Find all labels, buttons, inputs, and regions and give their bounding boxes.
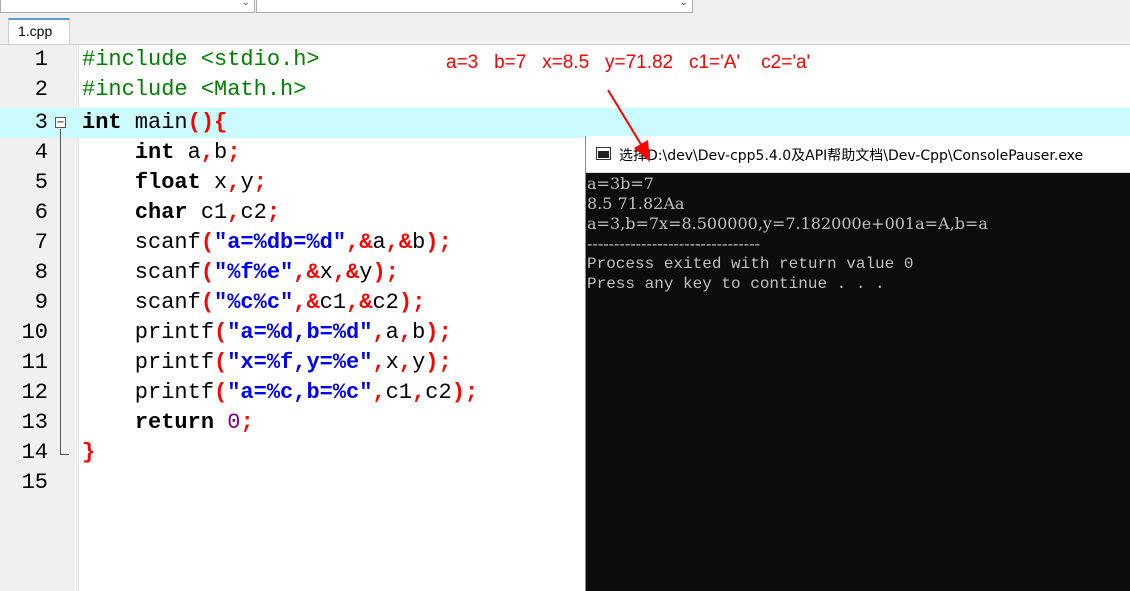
line-number: 12 [21, 380, 48, 405]
tab-1-cpp[interactable]: 1.cpp [8, 18, 70, 44]
line-number: 14 [21, 440, 48, 465]
fold-collapse-icon[interactable]: − [55, 117, 66, 128]
code-text: scanf("%c%c",&c1,&c2); [82, 290, 426, 315]
console-titlebar[interactable]: 选择D:\dev\Dev-cpp5.4.0及API帮助文档\Dev-Cpp\Co… [586, 136, 1130, 173]
console-line: Process exited with return value 0 [587, 255, 914, 273]
console-line: a=3,b=7x=8.500000,y=7.182000e+001a=A,b=a [587, 214, 988, 233]
member-combo[interactable]: ⌄ [256, 0, 693, 13]
code-text: printf("x=%f,y=%e",x,y); [82, 350, 452, 375]
code-text: printf("a=%d,b=%d",a,b); [82, 320, 452, 345]
code-text: scanf("a=%db=%d",&a,&b); [82, 230, 452, 255]
line-number: 6 [34, 200, 48, 225]
annotation-arrow-icon [607, 89, 650, 162]
line-number: 10 [21, 320, 48, 345]
code-text: char c1,c2; [134, 200, 281, 225]
line-number: 1 [34, 47, 48, 72]
code-text: } [82, 440, 96, 465]
line-number: 4 [34, 140, 48, 165]
line-number: 3 [34, 110, 48, 135]
code-text: scanf("%f%e",&x,&y); [82, 260, 399, 285]
console-line: 8.5 71.82Aa [587, 194, 685, 213]
line-number: 15 [21, 470, 48, 495]
console-title: 选择D:\dev\Dev-cpp5.4.0及API帮助文档\Dev-Cpp\Co… [619, 148, 1084, 164]
line-number: 13 [21, 410, 48, 435]
fold-guide-end [60, 454, 69, 455]
console-line: Press any key to continue . . . [587, 275, 885, 293]
code-text: #include <Math.h> [82, 77, 307, 102]
class-combo[interactable]: ⌄ [0, 0, 255, 13]
line-number: 11 [21, 350, 48, 375]
console-line: -------------------------------- [587, 234, 760, 253]
toolbar-area: ⌄ ⌄ [0, 0, 1130, 16]
line-number: 2 [34, 77, 48, 102]
chevron-down-icon: ⌄ [679, 0, 688, 8]
code-text: #include <stdio.h> [82, 47, 320, 72]
console-window[interactable]: 选择D:\dev\Dev-cpp5.4.0及API帮助文档\Dev-Cpp\Co… [585, 136, 1130, 591]
fold-guide-line [60, 129, 61, 455]
chevron-down-icon: ⌄ [241, 0, 250, 8]
line-number: 7 [34, 230, 48, 255]
code-line-current: 3 int main(){ [0, 108, 1130, 138]
line-number: 5 [34, 170, 48, 195]
code-text: return 0; [134, 410, 254, 435]
annotation-values: a=3 b=7 x=8.5 y=71.82 c1='A' c2='a' [446, 52, 811, 73]
editor-tab-strip: 1.cpp [0, 16, 1130, 45]
code-text: int a,b; [134, 140, 241, 165]
code-text: printf("a=%c,b=%c",c1,c2); [82, 380, 479, 405]
code-line: 2 #include <Math.h> [0, 75, 1130, 105]
line-number: 8 [34, 260, 48, 285]
console-line: a=3b=7 [587, 174, 654, 193]
console-output: a=3b=7 8.5 71.82Aa a=3,b=7x=8.500000,y=7… [586, 174, 1130, 591]
code-text: float x,y; [134, 170, 267, 195]
line-number: 9 [34, 290, 48, 315]
code-text: int main(){ [82, 110, 228, 135]
